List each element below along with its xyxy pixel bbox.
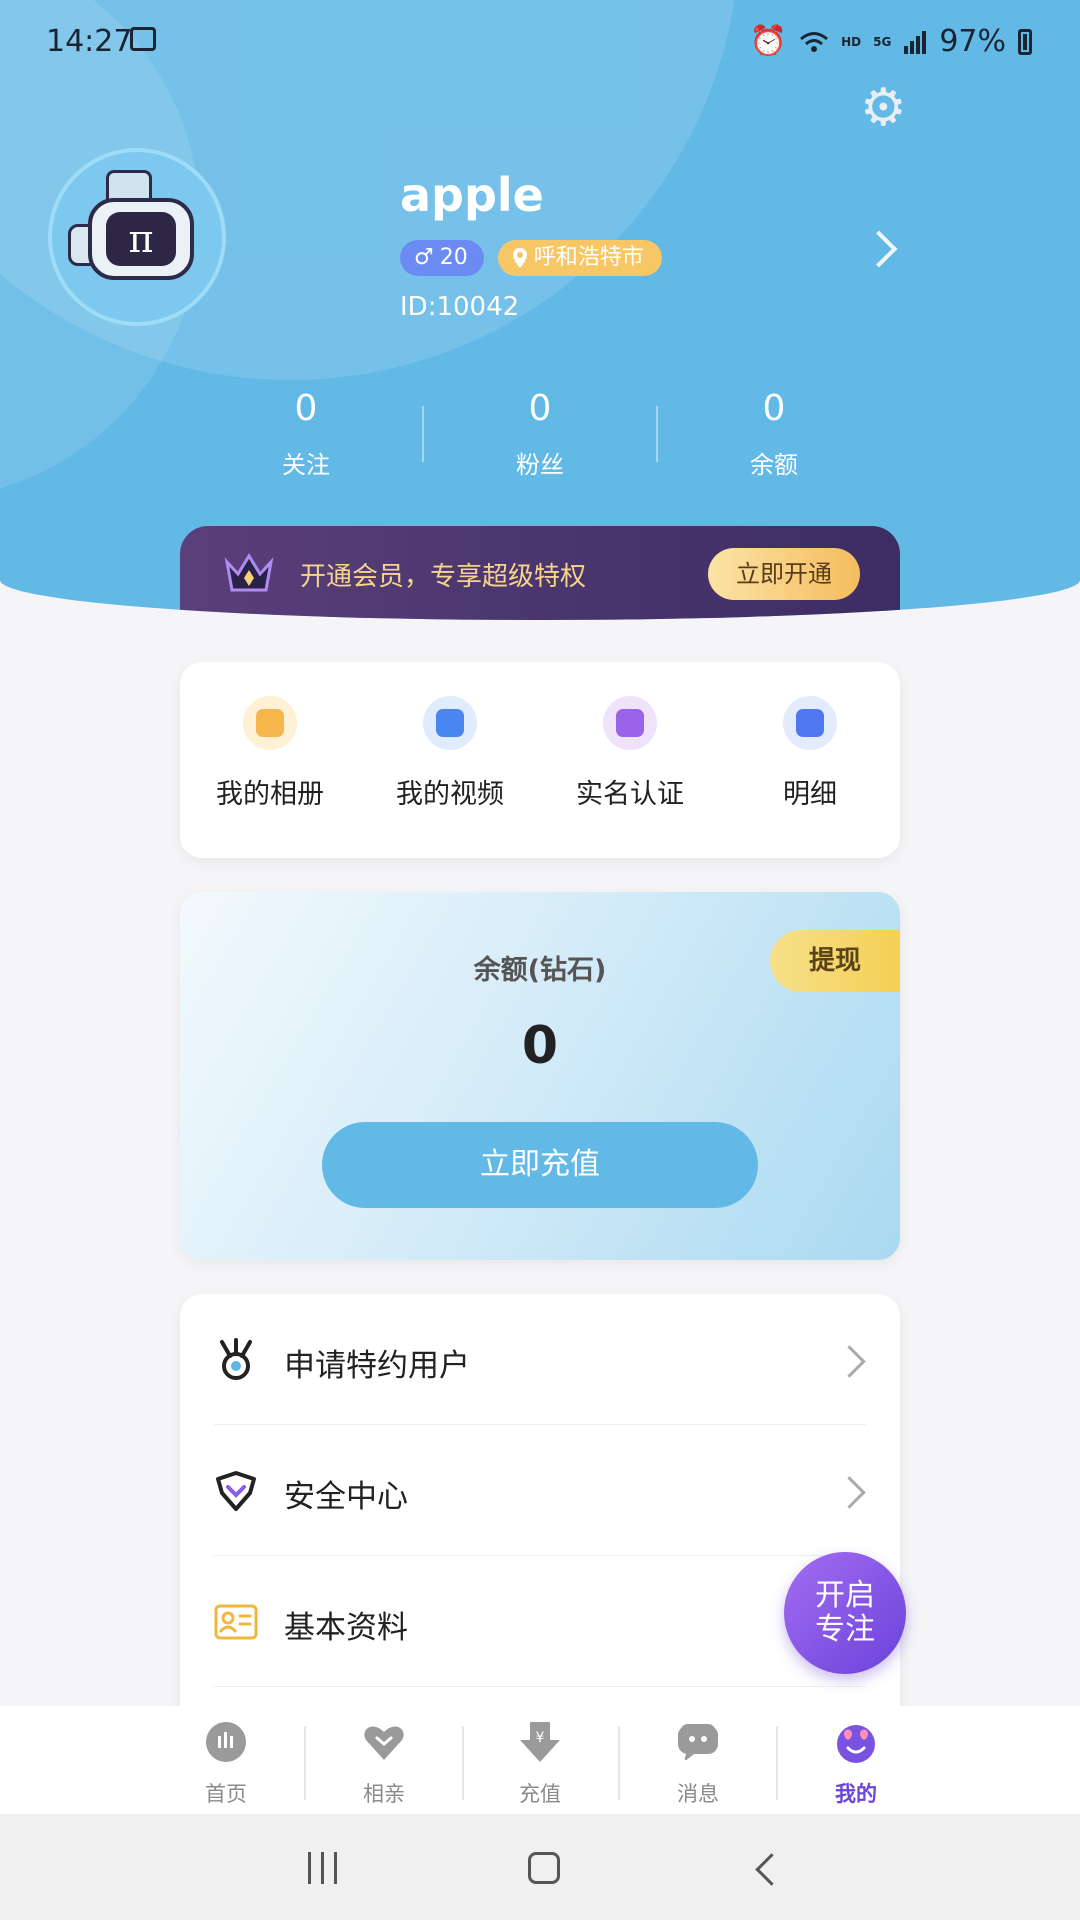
- balance-card: 提现 余额(钻石) 0 立即充值: [180, 892, 900, 1260]
- male-icon: ♂: [414, 245, 434, 270]
- photo-album-icon: [243, 696, 297, 750]
- svg-text:¥: ¥: [536, 1730, 545, 1746]
- menu-divider: [214, 1686, 866, 1687]
- quick-action-label: 我的相册: [216, 779, 324, 810]
- stat-fans[interactable]: 0 粉丝: [440, 388, 640, 480]
- battery-percent: 97%: [939, 24, 1006, 59]
- robot-antenna: [106, 170, 152, 201]
- gallery-notification-icon: [130, 27, 156, 51]
- robot-screen: π: [106, 212, 176, 266]
- video-play-icon: [423, 696, 477, 750]
- status-bar: 14:27 ⏰ HD 5G 97%: [0, 0, 1080, 88]
- age-value: 20: [439, 245, 468, 270]
- focus-mode-button[interactable]: 开启 专注: [784, 1552, 906, 1674]
- bottom-tab-bar: 首页 相亲 ¥ 充值 消息 我的: [0, 1706, 1080, 1814]
- menu-item-security[interactable]: 安全中心: [180, 1425, 900, 1555]
- stat-value: 0: [762, 388, 786, 429]
- chevron-right-icon: [833, 1476, 866, 1509]
- crown-icon: [224, 553, 274, 592]
- focus-line-1: 开启: [815, 1578, 875, 1613]
- menu-item-special-user[interactable]: 申请特约用户: [180, 1294, 900, 1424]
- signal-icon: [904, 30, 927, 54]
- settings-gear-icon[interactable]: ⚙: [860, 82, 907, 134]
- focus-line-2: 专注: [815, 1612, 875, 1647]
- stat-label: 关注: [282, 451, 330, 479]
- home-bubble-icon: [206, 1722, 246, 1762]
- app-root: 14:27 ⏰ HD 5G 97% ⚙ π apple ♂ 20 呼和浩特市 I…: [0, 0, 1080, 1920]
- network-indicator: 5G: [873, 34, 892, 49]
- stat-label: 余额: [750, 451, 798, 479]
- heart-icon: [364, 1726, 404, 1760]
- quick-action-details[interactable]: 明细: [720, 696, 900, 811]
- stat-value: 0: [294, 388, 318, 429]
- stat-value: 0: [528, 388, 552, 429]
- recent-apps-icon[interactable]: [306, 1852, 340, 1884]
- tab-home[interactable]: 首页: [148, 1720, 304, 1808]
- menu-item-label: 基本资料: [284, 1610, 408, 1646]
- status-indicators: ⏰ HD 5G 97%: [750, 24, 1032, 59]
- tab-mine[interactable]: 我的: [778, 1720, 934, 1808]
- username: apple: [400, 168, 544, 222]
- menu-item-label: 安全中心: [284, 1479, 408, 1515]
- user-id: ID:10042: [400, 292, 520, 322]
- stats-row: 0 关注 0 粉丝 0 余额: [0, 388, 1080, 488]
- tab-label: 消息: [677, 1782, 719, 1806]
- tab-label: 相亲: [363, 1782, 405, 1806]
- stat-label: 粉丝: [516, 451, 564, 479]
- profile-tags: ♂ 20 呼和浩特市: [400, 240, 662, 276]
- chevron-right-icon: [833, 1345, 866, 1378]
- balance-title: 余额(钻石): [473, 955, 607, 986]
- gender-age-badge: ♂ 20: [400, 240, 484, 276]
- tab-dating[interactable]: 相亲: [306, 1720, 462, 1808]
- tab-recharge[interactable]: ¥ 充值: [462, 1720, 618, 1808]
- hd-indicator: HD: [841, 34, 862, 49]
- location-badge: 呼和浩特市: [497, 240, 662, 276]
- tab-messages[interactable]: 消息: [620, 1720, 776, 1808]
- stat-balance[interactable]: 0 余额: [674, 388, 874, 480]
- tab-label: 我的: [835, 1782, 877, 1806]
- avatar[interactable]: π: [48, 148, 226, 326]
- home-icon[interactable]: [528, 1852, 560, 1884]
- tab-label: 充值: [519, 1782, 561, 1806]
- location-pin-icon: [512, 248, 527, 268]
- back-icon[interactable]: [755, 1853, 788, 1886]
- message-bubble-icon: [678, 1724, 718, 1762]
- medal-icon: [220, 1338, 252, 1380]
- stat-divider: [422, 406, 424, 462]
- quick-action-verify[interactable]: 实名认证: [540, 696, 720, 811]
- balance-value: 0: [521, 1016, 559, 1076]
- quick-action-label: 实名认证: [576, 779, 684, 810]
- wifi-icon: [800, 31, 829, 52]
- verified-badge-icon: [603, 696, 657, 750]
- robot-head: π: [88, 198, 194, 280]
- quick-action-label: 明细: [783, 779, 837, 810]
- shield-check-icon: [216, 1471, 256, 1511]
- status-time: 14:27: [46, 24, 133, 59]
- quick-action-video[interactable]: 我的视频: [360, 696, 540, 811]
- city-value: 呼和浩特市: [533, 245, 644, 270]
- id-card-icon: [214, 1604, 258, 1640]
- profile-chevron-right-icon[interactable]: [860, 230, 898, 268]
- quick-actions-card: 我的相册 我的视频 实名认证 明细: [180, 662, 900, 858]
- alarm-icon: ⏰: [749, 24, 788, 59]
- clipboard-detail-icon: [783, 696, 837, 750]
- profile-smiley-icon: [837, 1725, 875, 1763]
- stat-divider: [656, 406, 658, 462]
- quick-action-album[interactable]: 我的相册: [180, 696, 360, 811]
- quick-action-label: 我的视频: [396, 779, 504, 810]
- tab-label: 首页: [205, 1782, 247, 1806]
- stat-follow[interactable]: 0 关注: [206, 388, 406, 480]
- recharge-button[interactable]: 立即充值: [322, 1122, 758, 1208]
- battery-icon: [1018, 28, 1032, 55]
- settings-menu: 申请特约用户 安全中心 基本资料: [180, 1294, 900, 1724]
- system-navigation-bar: [0, 1814, 1080, 1920]
- vip-activate-button[interactable]: 立即开通: [708, 548, 860, 600]
- menu-item-label: 申请特约用户: [284, 1348, 470, 1384]
- vip-banner[interactable]: 开通会员，专享超级特权 立即开通: [180, 526, 900, 620]
- profile-header: 14:27 ⏰ HD 5G 97% ⚙ π apple ♂ 20 呼和浩特市 I…: [0, 0, 1080, 620]
- recharge-yen-icon: ¥: [520, 1722, 560, 1762]
- vip-text: 开通会员，专享超级特权: [300, 562, 587, 592]
